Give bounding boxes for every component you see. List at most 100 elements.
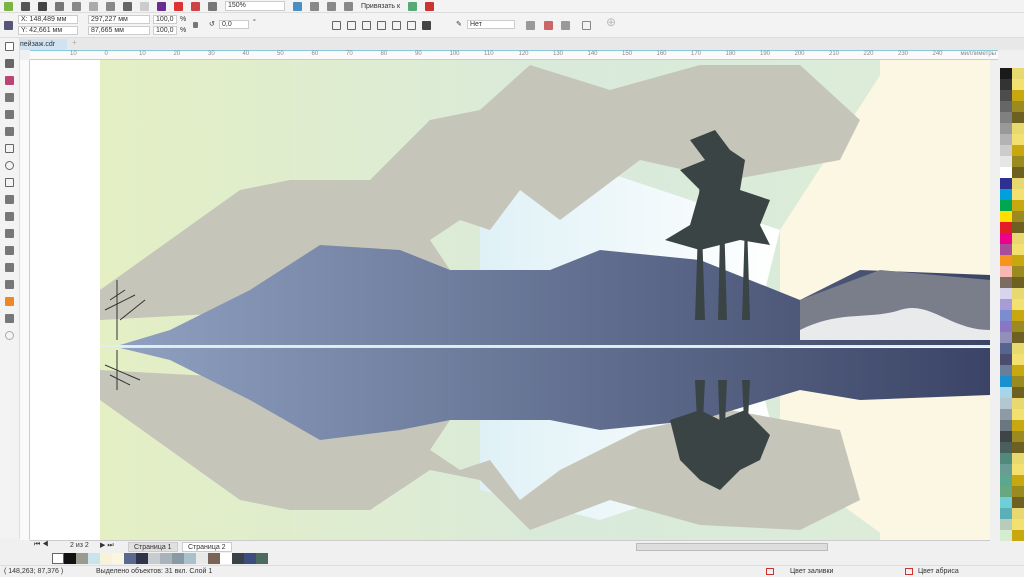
- align-icon[interactable]: [582, 21, 591, 30]
- y-field[interactable]: Y: 42,661 мм: [18, 26, 78, 35]
- palette-swatch[interactable]: [1012, 530, 1024, 541]
- palette-swatch[interactable]: [1000, 365, 1012, 376]
- export-icon[interactable]: [191, 1, 200, 11]
- horizontal-scrollbar[interactable]: [636, 543, 828, 551]
- quick-customize-icon[interactable]: [561, 21, 570, 30]
- palette-swatch[interactable]: [1012, 398, 1024, 409]
- fill-color-label[interactable]: Цвет заливки: [790, 566, 833, 577]
- palette-swatch[interactable]: [1000, 145, 1012, 156]
- launch-icon[interactable]: [425, 1, 435, 11]
- palette-swatch[interactable]: [1000, 68, 1012, 79]
- palette-swatch[interactable]: [1012, 68, 1024, 79]
- palette-swatch[interactable]: [1000, 321, 1012, 332]
- palette-swatch[interactable]: [1000, 178, 1012, 189]
- document-color-swatch[interactable]: [232, 553, 244, 564]
- parallel-dimension-icon[interactable]: [5, 212, 14, 221]
- document-color-swatch[interactable]: [76, 553, 88, 564]
- palette-swatch[interactable]: [1012, 376, 1024, 387]
- transparency-tool-icon[interactable]: [5, 263, 14, 272]
- polygon-tool-icon[interactable]: [5, 178, 14, 187]
- import-icon[interactable]: [174, 1, 183, 11]
- fullscreen-icon[interactable]: [293, 1, 302, 11]
- palette-swatch[interactable]: [1000, 387, 1012, 398]
- palette-swatch[interactable]: [1012, 288, 1024, 299]
- palette-swatch[interactable]: [1012, 178, 1024, 189]
- palette-swatch[interactable]: [1012, 321, 1024, 332]
- lock-ratio-icon[interactable]: [193, 22, 198, 28]
- palette-swatch[interactable]: [1012, 343, 1024, 354]
- x-field[interactable]: X: 148,489 мм: [18, 15, 78, 24]
- back-minus-front-icon[interactable]: [407, 21, 416, 30]
- page-nav-next-icon[interactable]: ▶ ⏭: [100, 541, 114, 550]
- corel-icon[interactable]: [157, 1, 166, 11]
- ellipse-tool-icon[interactable]: [5, 161, 14, 170]
- palette-swatch[interactable]: [1012, 167, 1024, 178]
- palette-swatch[interactable]: [1012, 475, 1024, 486]
- palette-swatch[interactable]: [1012, 453, 1024, 464]
- rectangle-tool-icon[interactable]: [5, 144, 14, 153]
- boundary-icon[interactable]: [422, 21, 431, 30]
- palette-swatch[interactable]: [1012, 222, 1024, 233]
- document-color-swatch[interactable]: [64, 553, 76, 564]
- palette-swatch[interactable]: [1000, 354, 1012, 365]
- palette-swatch[interactable]: [1000, 420, 1012, 431]
- palette-swatch[interactable]: [1012, 497, 1024, 508]
- palette-swatch[interactable]: [1012, 211, 1024, 222]
- palette-swatch[interactable]: [1000, 222, 1012, 233]
- palette-swatch[interactable]: [1000, 519, 1012, 530]
- weld-icon[interactable]: [332, 21, 341, 30]
- palette-swatch[interactable]: [1012, 255, 1024, 266]
- document-color-swatch[interactable]: [256, 553, 268, 564]
- palette-swatch[interactable]: [1012, 420, 1024, 431]
- document-color-swatch[interactable]: [88, 553, 100, 564]
- document-color-swatch[interactable]: [136, 553, 148, 564]
- palette-swatch[interactable]: [1000, 310, 1012, 321]
- print-icon[interactable]: [55, 1, 64, 11]
- palette-swatch[interactable]: [1000, 398, 1012, 409]
- palette-swatch[interactable]: [1000, 486, 1012, 497]
- palette-swatch[interactable]: [1012, 90, 1024, 101]
- rulers-icon[interactable]: [310, 1, 319, 11]
- palette-swatch[interactable]: [1000, 299, 1012, 310]
- interactive-fill-icon[interactable]: [5, 297, 14, 306]
- shape-tool-icon[interactable]: [5, 59, 14, 68]
- palette-swatch[interactable]: [1012, 409, 1024, 420]
- zoom-tool-icon[interactable]: [5, 93, 14, 102]
- palette-swatch[interactable]: [1000, 497, 1012, 508]
- front-minus-back-icon[interactable]: [392, 21, 401, 30]
- palette-swatch[interactable]: [1000, 266, 1012, 277]
- palette-swatch[interactable]: [1000, 101, 1012, 112]
- document-color-swatch[interactable]: [100, 553, 112, 564]
- blend-tool-icon[interactable]: [5, 246, 14, 255]
- palette-swatch[interactable]: [1012, 123, 1024, 134]
- undo-icon[interactable]: [123, 1, 132, 11]
- palette-swatch[interactable]: [1012, 101, 1024, 112]
- palette-swatch[interactable]: [1012, 145, 1024, 156]
- width-field[interactable]: 297,227 мм: [88, 15, 150, 24]
- smart-fill-icon[interactable]: [5, 314, 14, 323]
- document-color-swatch[interactable]: [244, 553, 256, 564]
- outline-width-select[interactable]: Нет: [467, 20, 515, 29]
- no-color-swatch[interactable]: [52, 553, 64, 564]
- palette-swatch[interactable]: [1012, 233, 1024, 244]
- palette-swatch[interactable]: [1000, 288, 1012, 299]
- reference-point-icon[interactable]: [4, 21, 13, 30]
- palette-swatch[interactable]: [1012, 112, 1024, 123]
- page-tab-1[interactable]: Страница 1: [128, 542, 178, 552]
- text-tool-icon[interactable]: [5, 195, 14, 204]
- palette-swatch[interactable]: [1000, 530, 1012, 541]
- palette-swatch[interactable]: [1000, 211, 1012, 222]
- freehand-tool-icon[interactable]: [5, 110, 14, 119]
- palette-swatch[interactable]: [1012, 200, 1024, 211]
- outline-color-label[interactable]: Цвет абриса: [918, 566, 959, 577]
- document-color-swatch[interactable]: [160, 553, 172, 564]
- palette-swatch[interactable]: [1012, 189, 1024, 200]
- palette-swatch[interactable]: [1012, 508, 1024, 519]
- document-color-swatch[interactable]: [208, 553, 220, 564]
- tab-document[interactable]: пейзаж.cdr: [17, 39, 67, 50]
- palette-swatch[interactable]: [1012, 431, 1024, 442]
- palette-swatch[interactable]: [1000, 277, 1012, 288]
- document-color-swatch[interactable]: [184, 553, 196, 564]
- grid-icon[interactable]: [327, 1, 336, 11]
- add-icon[interactable]: ⊕: [606, 16, 616, 28]
